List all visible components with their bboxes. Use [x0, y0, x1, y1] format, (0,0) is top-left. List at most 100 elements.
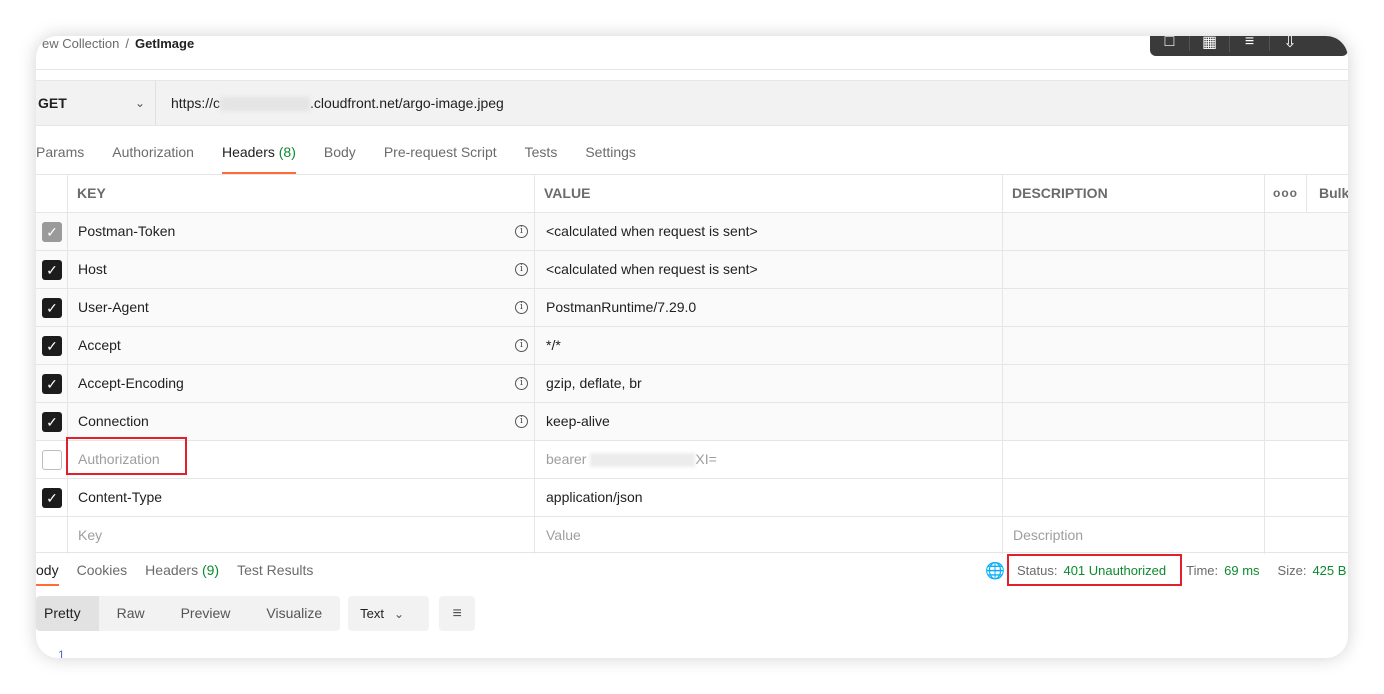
- value-cell[interactable]: bearer XI=: [535, 441, 1003, 478]
- tab-response-cookies[interactable]: Cookies: [77, 562, 128, 578]
- value-cell[interactable]: application/json: [535, 479, 1003, 516]
- url-bar: GET ⌄ https://c .cloudfront.net/argo-imag…: [36, 80, 1348, 126]
- key-cell[interactable]: User-Agent i: [68, 289, 535, 326]
- wrap-lines-icon[interactable]: ≡: [439, 596, 476, 631]
- request-tabs: Params Authorization Headers (8) Body Pr…: [36, 136, 664, 174]
- download-icon[interactable]: ⇩: [1270, 36, 1310, 52]
- info-icon[interactable]: i: [515, 377, 528, 390]
- tab-params[interactable]: Params: [36, 136, 84, 174]
- size-value[interactable]: 425 B: [1312, 563, 1346, 578]
- headers-table: KEY VALUE DESCRIPTION ooo Bulk ✓ Postman…: [36, 174, 1348, 554]
- key-cell[interactable]: Accept i: [68, 327, 535, 364]
- chevron-down-icon: ⌄: [134, 96, 145, 110]
- description-cell[interactable]: [1003, 289, 1265, 326]
- info-icon[interactable]: i: [515, 263, 528, 276]
- menu-icon[interactable]: ≡: [1230, 36, 1270, 51]
- key-text: Connection: [78, 413, 149, 429]
- header-checkbox[interactable]: ✓: [42, 412, 62, 432]
- new-description-input[interactable]: Description: [1003, 517, 1265, 554]
- mode-pretty[interactable]: Pretty: [36, 596, 99, 631]
- description-cell[interactable]: [1003, 251, 1265, 288]
- value-cell[interactable]: gzip, deflate, br: [535, 365, 1003, 402]
- header-check-cell: [36, 175, 68, 212]
- info-icon[interactable]: i: [515, 415, 528, 428]
- tab-headers[interactable]: Headers (8): [221, 136, 296, 174]
- info-icon[interactable]: i: [515, 339, 528, 352]
- description-cell[interactable]: [1003, 403, 1265, 440]
- mode-raw[interactable]: Raw: [99, 596, 163, 631]
- value-cell[interactable]: <calculated when request is sent>: [535, 251, 1003, 288]
- check-cell: ✓: [36, 327, 68, 364]
- header-checkbox[interactable]: [42, 450, 62, 470]
- column-header-description: DESCRIPTION: [1003, 175, 1265, 212]
- chevron-down-icon: ⌄: [394, 607, 405, 621]
- value-cell[interactable]: <calculated when request is sent>: [535, 213, 1003, 250]
- info-icon[interactable]: i: [515, 225, 528, 238]
- format-select[interactable]: Text ⌄: [348, 596, 430, 631]
- header-checkbox[interactable]: ✓: [42, 298, 62, 318]
- time-value[interactable]: 69 ms: [1224, 563, 1259, 578]
- tab-pre-request-script[interactable]: Pre-request Script: [384, 136, 497, 174]
- key-cell[interactable]: Connection i: [68, 403, 535, 440]
- globe-lock-icon[interactable]: 🌐: [985, 561, 1005, 581]
- bulk-edit-button[interactable]: Bulk: [1319, 175, 1348, 212]
- check-cell: [36, 441, 68, 478]
- header-checkbox[interactable]: ✓: [42, 374, 62, 394]
- key-text: Host: [78, 261, 107, 277]
- tab-tests[interactable]: Tests: [525, 136, 558, 174]
- info-icon[interactable]: i: [515, 301, 528, 314]
- key-text: Accept-Encoding: [78, 375, 184, 391]
- key-cell[interactable]: Postman-Token i: [68, 213, 535, 250]
- table-row: ✓ Accept i */*: [36, 327, 1348, 365]
- description-cell[interactable]: [1003, 365, 1265, 402]
- breadcrumb-request: GetImage: [134, 36, 195, 51]
- tab-body[interactable]: Body: [324, 136, 356, 174]
- mode-visualize[interactable]: Visualize: [248, 596, 340, 631]
- comment-icon[interactable]: □: [1150, 36, 1190, 51]
- view-mode-segmented: Pretty Raw Preview Visualize: [36, 596, 341, 631]
- breadcrumb: ew Collection / GetImage: [42, 36, 194, 51]
- tab-response-body[interactable]: ody: [36, 562, 59, 586]
- mode-preview[interactable]: Preview: [163, 596, 249, 631]
- table-row: ✓ Host i <calculated when request is sent…: [36, 251, 1348, 289]
- description-cell[interactable]: [1003, 479, 1265, 516]
- key-cell[interactable]: Content-Type: [68, 479, 535, 516]
- header-checkbox[interactable]: ✓: [42, 488, 62, 508]
- tab-settings[interactable]: Settings: [585, 136, 636, 174]
- save-icon[interactable]: ▦: [1190, 36, 1230, 52]
- description-cell[interactable]: [1003, 327, 1265, 364]
- new-value-input[interactable]: Value: [535, 517, 1003, 554]
- key-cell[interactable]: Host i: [68, 251, 535, 288]
- value-cell[interactable]: PostmanRuntime/7.29.0: [535, 289, 1003, 326]
- more-options-icon[interactable]: ooo: [1265, 175, 1307, 212]
- header-checkbox[interactable]: ✓: [42, 336, 62, 356]
- value-cell[interactable]: keep-alive: [535, 403, 1003, 440]
- value-cell[interactable]: */*: [535, 327, 1003, 364]
- table-row: ✓ Postman-Token i <calculated when reques…: [36, 213, 1348, 251]
- check-cell: ✓: [36, 403, 68, 440]
- column-header-key: KEY: [68, 175, 535, 212]
- breadcrumb-collection[interactable]: ew Collection: [42, 36, 119, 51]
- floating-toolbar: □ ▦ ≡ ⇩: [1150, 36, 1348, 56]
- table-row-new: Key Value Description: [36, 517, 1348, 554]
- highlight-status: [1007, 554, 1182, 586]
- url-input[interactable]: https://c .cloudfront.net/argo-image.jpeg: [171, 95, 504, 112]
- tab-authorization[interactable]: Authorization: [112, 136, 194, 174]
- header-checkbox[interactable]: ✓: [42, 222, 62, 242]
- method-select[interactable]: GET ⌄: [38, 81, 156, 125]
- description-cell[interactable]: [1003, 213, 1265, 250]
- tab-response-headers[interactable]: Headers (9): [145, 562, 219, 578]
- key-cell[interactable]: Accept-Encoding i: [68, 365, 535, 402]
- tab-test-results[interactable]: Test Results: [237, 562, 313, 578]
- tab-label: Body: [323, 144, 356, 160]
- tab-label: Headers: [221, 144, 275, 160]
- check-cell: ✓: [36, 479, 68, 516]
- app-window: ew Collection / GetImage □ ▦ ≡ ⇩ GET ⌄ h…: [36, 36, 1348, 658]
- description-cell[interactable]: [1003, 441, 1265, 478]
- tab-count: (9): [201, 562, 220, 578]
- header-checkbox[interactable]: ✓: [42, 260, 62, 280]
- new-key-input[interactable]: Key: [68, 517, 535, 554]
- highlight-authorization: [66, 437, 187, 475]
- tab-label: Tests: [524, 144, 558, 160]
